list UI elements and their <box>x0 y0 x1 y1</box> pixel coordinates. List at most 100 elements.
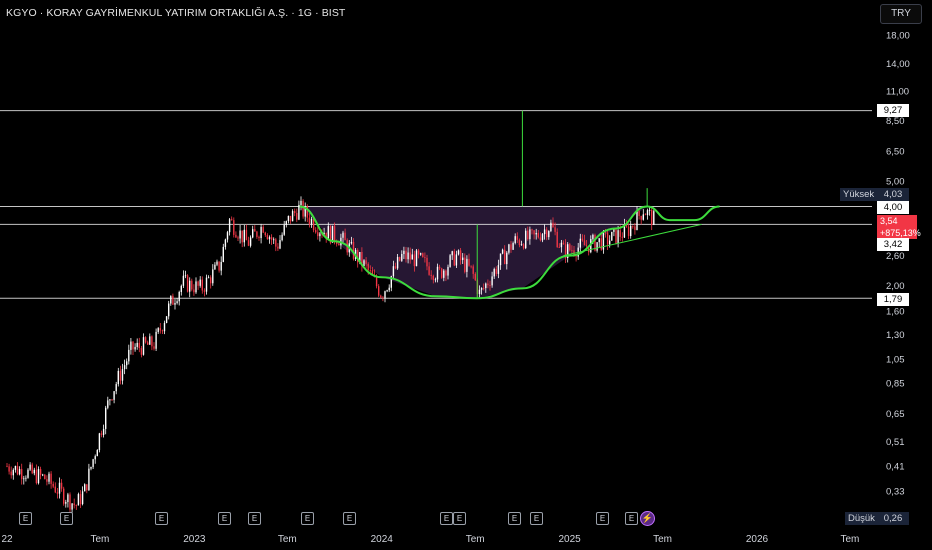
earnings-event-icon[interactable]: E <box>343 512 356 525</box>
candle-body <box>283 224 285 235</box>
level-label-927: 9,27 <box>877 104 909 117</box>
candle-body <box>518 239 521 246</box>
candle-body <box>231 219 233 221</box>
candle-body <box>388 287 390 291</box>
low-value: 0,26 <box>877 512 909 525</box>
candle-body <box>367 263 369 271</box>
candle-body <box>409 252 411 260</box>
candle-body <box>294 211 296 214</box>
earnings-event-icon[interactable]: E <box>155 512 168 525</box>
candle-body <box>16 466 19 475</box>
earnings-event-icon[interactable]: E <box>19 512 32 525</box>
candle-body <box>401 254 403 261</box>
candle-body <box>504 249 506 265</box>
candle-body <box>239 230 241 239</box>
price-tick-label: 1,30 <box>886 330 905 341</box>
candle-body <box>380 295 382 298</box>
handle-curve <box>647 205 720 222</box>
candle-body <box>212 269 214 284</box>
candle-body <box>191 280 193 290</box>
candle-body <box>394 266 397 269</box>
time-tick-label: Tem <box>840 534 859 545</box>
cup-fill-area <box>299 206 648 299</box>
earnings-event-icon[interactable]: E <box>596 512 609 525</box>
candle-body <box>189 280 191 292</box>
candle-body <box>533 230 535 235</box>
candle-body <box>474 273 476 281</box>
candle-body <box>222 246 224 262</box>
candle-body <box>638 210 640 217</box>
candle-body <box>203 290 206 292</box>
currency-button[interactable]: TRY <box>880 4 922 24</box>
candle-body <box>291 211 294 222</box>
earnings-event-icon[interactable]: E <box>440 512 453 525</box>
candle-body <box>617 230 619 244</box>
candle-body <box>199 279 201 286</box>
candle-body <box>606 232 609 245</box>
candle-body <box>262 226 264 233</box>
earnings-event-icon[interactable]: E <box>218 512 231 525</box>
candle-body <box>611 231 613 241</box>
candle-body <box>333 225 336 241</box>
earnings-event-icon[interactable]: E <box>453 512 466 525</box>
candle-body <box>459 250 462 261</box>
candle-body <box>310 218 313 225</box>
candle-body <box>548 231 550 238</box>
candle-body <box>260 226 262 239</box>
last-price-tag: 3,54 +875,13% <box>877 215 921 239</box>
candle-body <box>583 240 586 246</box>
candle-body <box>174 302 176 305</box>
chart-title: KGYO · KORAY GAYRİMENKUL YATIRIM ORTAKLI… <box>6 7 346 19</box>
price-tick-label: 18,00 <box>886 31 910 42</box>
earnings-event-icon[interactable]: E <box>530 512 543 525</box>
price-chart[interactable]: 18,0014,0011,008,506,505,002,602,001,601… <box>0 0 932 550</box>
candle-body <box>302 200 304 217</box>
candle-body <box>258 237 260 239</box>
candle-body <box>165 316 168 323</box>
candle-body <box>621 236 623 238</box>
candle-body <box>636 210 638 230</box>
price-tick-label: 8,50 <box>886 116 905 127</box>
candle-body <box>218 261 220 271</box>
price-tick-label: 0,65 <box>886 409 905 420</box>
candle-body <box>592 234 594 239</box>
earnings-event-icon[interactable]: E <box>508 512 521 525</box>
candle-body <box>464 257 466 272</box>
candle-body <box>172 295 174 305</box>
candle-body <box>75 505 77 506</box>
earnings-event-icon[interactable]: E <box>301 512 314 525</box>
candle-body <box>277 246 279 249</box>
lightning-event-icon[interactable]: ⚡ <box>640 511 655 526</box>
candle-body <box>170 295 172 304</box>
earnings-event-icon[interactable]: E <box>60 512 73 525</box>
candle-body <box>472 266 474 274</box>
candle-body <box>539 237 542 241</box>
time-tick-label: 2026 <box>746 534 769 545</box>
candle-body <box>510 244 512 250</box>
candle-body <box>220 261 222 271</box>
earnings-event-icon[interactable]: E <box>625 512 638 525</box>
candle-body <box>497 265 500 274</box>
candle-body <box>69 494 71 510</box>
candle-body <box>153 346 155 349</box>
candle-body <box>413 254 416 267</box>
candle-body <box>312 218 315 231</box>
candle-body <box>178 292 180 302</box>
candle-body <box>403 250 405 255</box>
candle-body <box>598 238 600 243</box>
price-tick-label: 0,85 <box>886 379 905 390</box>
candle-body <box>378 286 380 296</box>
price-tick-label: 5,00 <box>886 177 905 188</box>
candle-body <box>27 469 29 478</box>
candle-body <box>130 341 132 350</box>
candle-body <box>21 469 23 480</box>
candle-body <box>499 253 502 266</box>
candle-body <box>268 237 271 240</box>
price-tick-label: 1,05 <box>886 355 905 366</box>
earnings-event-icon[interactable]: E <box>248 512 261 525</box>
candle-body <box>453 251 455 266</box>
candle-body <box>52 483 54 487</box>
price-tick-label: 0,41 <box>886 462 905 473</box>
candle-body <box>235 234 237 238</box>
candle-body <box>210 277 212 284</box>
